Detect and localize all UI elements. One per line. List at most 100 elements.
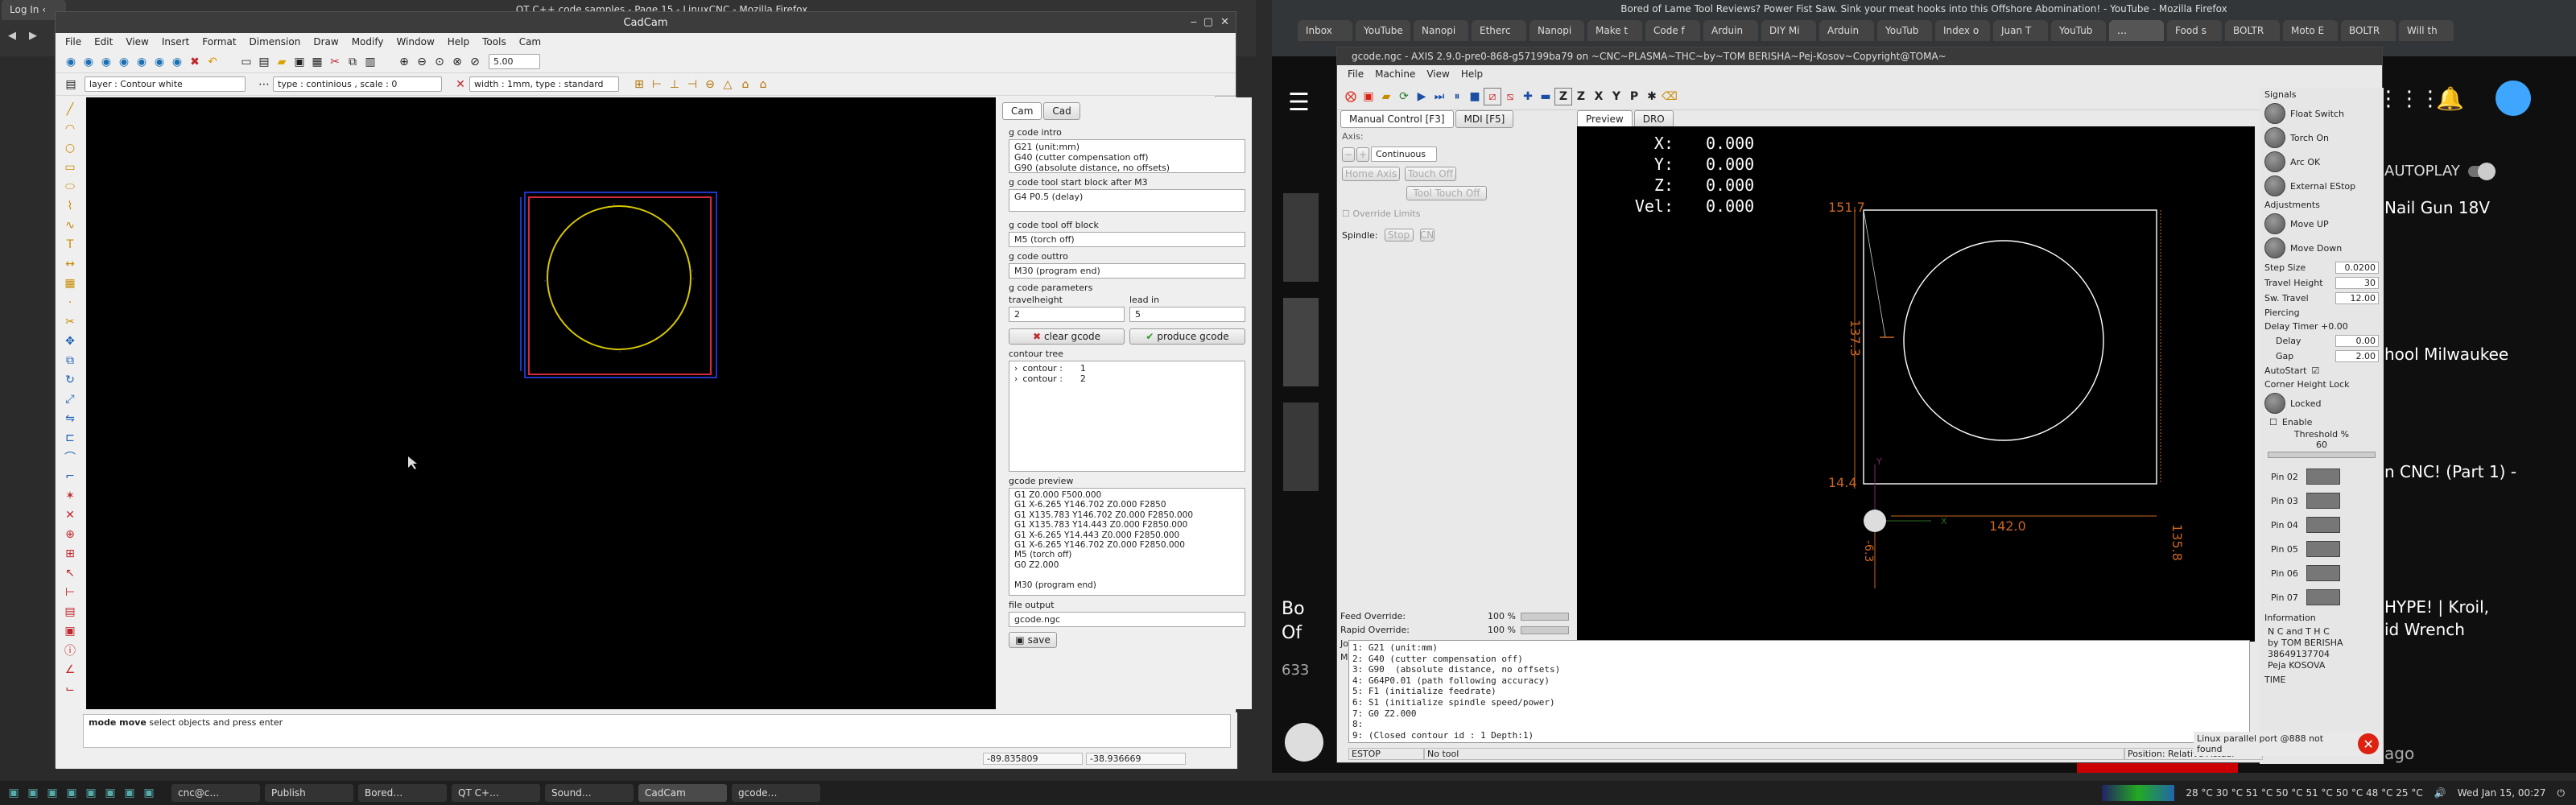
tree-item[interactable]: › contour : 1 (1014, 363, 1240, 374)
text-tool-icon[interactable]: T (61, 236, 79, 254)
spin-value[interactable]: 30 (2335, 277, 2379, 289)
menu-icon[interactable]: ☰ (1288, 89, 1310, 117)
polyline-tool-icon[interactable]: ⌇ (61, 197, 79, 215)
enable-checkbox[interactable]: ☐ (2269, 417, 2277, 427)
travelheight-input[interactable]: 2 (1009, 307, 1125, 322)
copy-tool-icon[interactable]: ⧉ (61, 352, 79, 369)
tab-cad[interactable]: Cad (1043, 102, 1080, 120)
zoom-out-icon[interactable]: ▬ (1537, 88, 1554, 105)
explode-tool-icon[interactable]: ✶ (61, 487, 79, 505)
arc-tool-icon[interactable]: ◠ (61, 120, 79, 138)
cut-icon[interactable]: ✂ (326, 53, 344, 71)
launcher-icon[interactable]: ▣ (121, 784, 138, 802)
dim-tool-icon[interactable]: ↔ (61, 255, 79, 273)
snap-mid-icon[interactable]: ⊢ (648, 76, 666, 93)
layer-tool-icon[interactable]: ▤ (61, 603, 79, 621)
taskbar-item[interactable]: Bored… (358, 784, 447, 802)
firefox-tab[interactable]: Arduin (1819, 20, 1874, 41)
snap-near-icon[interactable]: ⌂ (737, 76, 754, 93)
jog-minus-button[interactable]: − (1342, 147, 1355, 162)
folder-icon[interactable]: ▰ (273, 53, 291, 71)
tab-cam[interactable]: Cam (1002, 102, 1042, 120)
zoom-pan-icon[interactable]: ⊘ (466, 53, 484, 71)
firefox-tab[interactable]: YouTube (1356, 20, 1410, 41)
select-tool-icon[interactable]: ↖ (61, 564, 79, 582)
scale-tool-icon[interactable]: ⤢ (61, 390, 79, 408)
taskbar-item[interactable]: QT C+… (452, 784, 540, 802)
width-combo[interactable]: width : 1mm, type : standard (469, 76, 619, 92)
menu-draw[interactable]: Draw (307, 36, 345, 47)
maximize-icon[interactable]: ▢ (1203, 16, 1213, 28)
sidebar-video-title[interactable]: id Wrench (2384, 620, 2465, 639)
firefox-tab[interactable]: Nanopi (1530, 20, 1584, 41)
tab-manual-control[interactable]: Manual Control [F3] (1340, 110, 1454, 128)
override-slider[interactable] (1521, 612, 1569, 621)
stop-icon[interactable]: ■ (1466, 88, 1484, 105)
notifications-icon[interactable]: 🔔 (2436, 85, 2464, 112)
firefox-tab[interactable]: … (2109, 20, 2164, 41)
offset-tool-icon[interactable]: ⊏ (61, 429, 79, 447)
block-delete-icon[interactable]: ⧄ (1484, 87, 1501, 105)
snap-icon[interactable]: ◉ (133, 53, 151, 71)
touch-off-button[interactable]: Touch Off (1405, 167, 1456, 181)
sidebar-video-title[interactable]: HYPE! | Kroil, (2384, 597, 2489, 617)
channel-avatar[interactable] (1285, 723, 1323, 762)
override-slider[interactable] (1521, 625, 1569, 634)
produce-gcode-button[interactable]: ✔ produce gcode (1129, 328, 1245, 345)
expand-icon[interactable]: › (1014, 363, 1018, 374)
spin-value[interactable]: 0.0200 (2335, 262, 2379, 274)
drawing-canvas[interactable] (86, 97, 996, 709)
firefox-tab[interactable]: YouTub (2051, 20, 2106, 41)
zoom-field[interactable]: 5.00 (489, 54, 540, 69)
firefox-tab[interactable]: BOLTR (2341, 20, 2396, 41)
open-file-icon[interactable]: ▤ (255, 53, 273, 71)
override-limits-checkbox[interactable]: ☐ Override Limits (1342, 208, 1566, 219)
sidebar-video-title[interactable]: n CNC! (Part 1) - (2384, 462, 2516, 481)
info-tool-icon[interactable]: ⓘ (61, 642, 79, 659)
pause-icon[interactable]: ⏸ (1448, 88, 1466, 105)
adjust-button[interactable]: Move Down (2260, 236, 2384, 260)
spin-value[interactable]: 12.00 (2335, 292, 2379, 304)
snap-tangent-icon[interactable]: △ (719, 76, 737, 93)
autostart-checkbox[interactable]: ☑ (2311, 365, 2319, 376)
firefox-tab[interactable]: Code f (1645, 20, 1700, 41)
mirror-tool-icon[interactable]: ⇋ (61, 410, 79, 427)
tab-preview[interactable]: Preview (1577, 110, 1633, 128)
reload-icon[interactable]: ⟳ (1395, 88, 1413, 105)
contour-tree[interactable]: › contour : 1 › contour : 2 (1009, 361, 1245, 472)
point-tool-icon[interactable]: · (61, 294, 79, 312)
firefox-tab[interactable]: Will th (2399, 20, 2454, 41)
view-y-icon[interactable]: Y (1608, 88, 1625, 105)
cadcam-titlebar[interactable]: CadCam ‒ ▢ ✕ (56, 12, 1236, 33)
close-notification-icon[interactable]: ✕ (2358, 733, 2379, 754)
avatar[interactable] (2496, 80, 2531, 116)
snap-tool-icon[interactable]: ⊕ (61, 526, 79, 543)
tab-mdi[interactable]: MDI [F5] (1455, 110, 1514, 128)
run-icon[interactable]: ▶ (1413, 88, 1430, 105)
save-button[interactable]: ▣ save (1009, 632, 1057, 648)
hatch-tool-icon[interactable]: ▦ (61, 275, 79, 292)
estop-icon[interactable]: ⨂ (1342, 88, 1360, 105)
open-file-icon[interactable]: ▰ (1377, 88, 1395, 105)
snap-intersect-icon[interactable]: ⊣ (683, 76, 701, 93)
view-z-icon[interactable]: Z (1554, 87, 1572, 105)
block-tool-icon[interactable]: ▣ (61, 622, 79, 640)
volume-icon[interactable]: 🔊 (2434, 787, 2446, 799)
snap-grid-icon[interactable]: ⌂ (754, 76, 772, 93)
optional-stop-icon[interactable]: ⧅ (1501, 88, 1519, 105)
trim-tool-icon[interactable]: ✂ (61, 313, 79, 331)
end-tool-icon[interactable]: ⌙ (61, 680, 79, 698)
forward-icon[interactable]: ▶ (29, 30, 37, 42)
copy-icon[interactable]: ⧉ (344, 53, 361, 71)
launcher-icon[interactable]: ▣ (5, 784, 23, 802)
power-icon[interactable]: ⏻ (2557, 787, 2566, 799)
video-thumb[interactable] (1283, 402, 1319, 491)
close-icon[interactable]: ✕ (1220, 16, 1229, 28)
snap-center-icon[interactable]: ⊥ (666, 76, 683, 93)
launcher-icon[interactable]: ▣ (140, 784, 158, 802)
delete-icon[interactable]: ✖ (186, 53, 204, 71)
spin-value[interactable]: 0.00 (2335, 335, 2379, 347)
axis-titlebar[interactable]: gcode.ngc - AXIS 2.9.0-pre0-868-g57199ba… (1337, 47, 2382, 65)
taskbar-item[interactable]: CadCam (638, 784, 727, 802)
clock[interactable]: Wed Jan 15, 00:27 (2458, 787, 2546, 799)
